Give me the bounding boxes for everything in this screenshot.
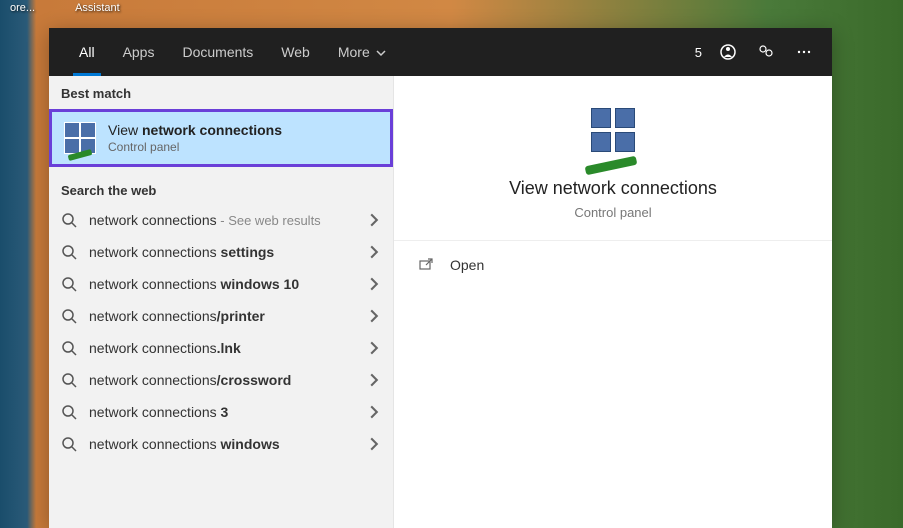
tab-apps-label: Apps bbox=[123, 44, 155, 60]
search-icon bbox=[61, 308, 77, 324]
web-result-text: network connections - See web results bbox=[89, 212, 355, 228]
tab-more[interactable]: More bbox=[324, 28, 400, 76]
desktop-icon-labels: ore... Assistant bbox=[0, 0, 130, 16]
preview-subtitle: Control panel bbox=[414, 205, 812, 220]
tab-more-label: More bbox=[338, 44, 370, 60]
chevron-right-icon[interactable] bbox=[367, 213, 381, 227]
chevron-right-icon[interactable] bbox=[367, 277, 381, 291]
open-action[interactable]: Open bbox=[394, 241, 832, 289]
chevron-right-icon[interactable] bbox=[367, 309, 381, 323]
chevron-down-icon bbox=[376, 48, 386, 58]
web-result-text: network connections/crossword bbox=[89, 372, 355, 388]
web-result[interactable]: network connections/crossword bbox=[49, 364, 393, 396]
tab-all[interactable]: All bbox=[65, 28, 109, 76]
best-match-bold: network connections bbox=[142, 122, 282, 138]
search-icon bbox=[61, 404, 77, 420]
chevron-right-icon[interactable] bbox=[367, 437, 381, 451]
search-tabs: All Apps Documents Web More 5 bbox=[49, 28, 832, 76]
panel-body: Best match View network connections Cont… bbox=[49, 76, 832, 528]
best-match-result[interactable]: View network connections Control panel bbox=[49, 109, 393, 167]
preview-column: View network connections Control panel O… bbox=[394, 76, 832, 528]
network-connections-icon bbox=[64, 122, 96, 154]
best-match-header: Best match bbox=[49, 76, 393, 107]
open-icon bbox=[418, 257, 434, 273]
web-result-text: network connections.lnk bbox=[89, 340, 355, 356]
web-result-text: network connections windows bbox=[89, 436, 355, 452]
web-result[interactable]: network connections - See web results bbox=[49, 204, 393, 236]
best-match-prefix: View bbox=[108, 122, 142, 138]
web-result[interactable]: network connections windows bbox=[49, 428, 393, 460]
tab-web[interactable]: Web bbox=[267, 28, 324, 76]
web-result-text: network connections/printer bbox=[89, 308, 355, 324]
web-result-text: network connections windows 10 bbox=[89, 276, 355, 292]
tab-web-label: Web bbox=[281, 44, 310, 60]
tab-documents[interactable]: Documents bbox=[168, 28, 267, 76]
search-icon bbox=[61, 372, 77, 388]
open-label: Open bbox=[450, 257, 484, 273]
desktop-label-1: ore... bbox=[10, 2, 35, 14]
web-result-text: network connections settings bbox=[89, 244, 355, 260]
preview-network-icon bbox=[585, 106, 641, 162]
search-panel: All Apps Documents Web More 5 Best match bbox=[49, 28, 832, 528]
rewards-count: 5 bbox=[695, 45, 702, 60]
web-result[interactable]: network connections.lnk bbox=[49, 332, 393, 364]
web-result[interactable]: network connections windows 10 bbox=[49, 268, 393, 300]
best-match-text: View network connections Control panel bbox=[108, 122, 282, 154]
web-result-text: network connections 3 bbox=[89, 404, 355, 420]
search-icon bbox=[61, 212, 77, 228]
search-icon bbox=[61, 436, 77, 452]
preview-title: View network connections bbox=[414, 178, 812, 199]
rewards-icon[interactable] bbox=[716, 40, 740, 64]
web-result[interactable]: network connections/printer bbox=[49, 300, 393, 332]
web-result[interactable]: network connections 3 bbox=[49, 396, 393, 428]
more-options-icon[interactable] bbox=[792, 40, 816, 64]
chevron-right-icon[interactable] bbox=[367, 341, 381, 355]
tab-all-label: All bbox=[79, 44, 95, 60]
best-match-sub: Control panel bbox=[108, 140, 282, 154]
chevron-right-icon[interactable] bbox=[367, 373, 381, 387]
chevron-right-icon[interactable] bbox=[367, 245, 381, 259]
results-column: Best match View network connections Cont… bbox=[49, 76, 394, 528]
search-icon bbox=[61, 244, 77, 260]
desktop-label-2: Assistant bbox=[75, 2, 120, 14]
search-icon bbox=[61, 340, 77, 356]
feedback-icon[interactable] bbox=[754, 40, 778, 64]
search-web-header: Search the web bbox=[49, 173, 393, 204]
search-icon bbox=[61, 276, 77, 292]
top-right-controls: 5 bbox=[695, 40, 824, 64]
chevron-right-icon[interactable] bbox=[367, 405, 381, 419]
tab-apps[interactable]: Apps bbox=[109, 28, 169, 76]
web-result[interactable]: network connections settings bbox=[49, 236, 393, 268]
tab-documents-label: Documents bbox=[182, 44, 253, 60]
preview-header: View network connections Control panel bbox=[394, 76, 832, 241]
web-results-list: network connections - See web results net… bbox=[49, 204, 393, 460]
